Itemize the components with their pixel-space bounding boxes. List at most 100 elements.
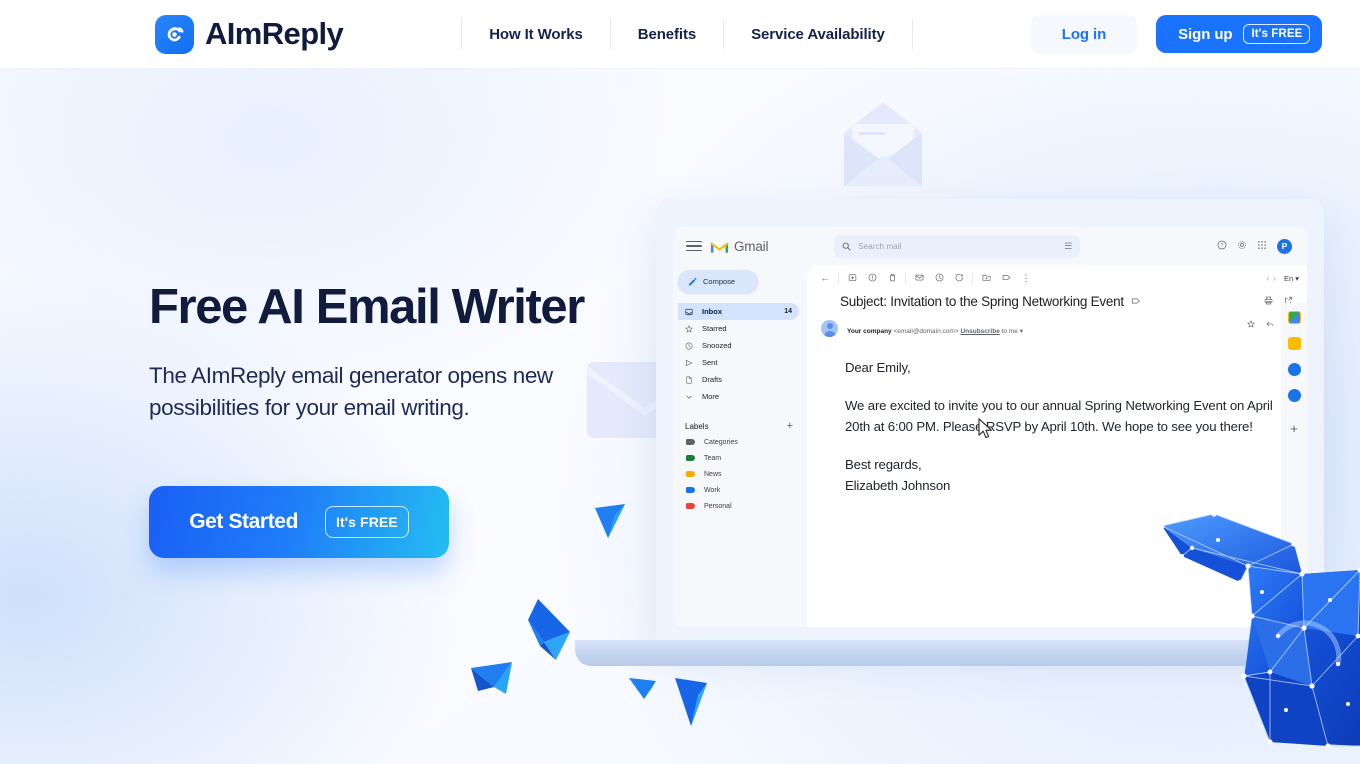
hero-subtitle: The AImReply email generator opens new p… bbox=[149, 362, 553, 420]
language-selector[interactable]: En ▾ bbox=[1284, 274, 1299, 283]
get-started-button[interactable]: Get Started It's FREE bbox=[149, 485, 449, 558]
gmail-search-input[interactable]: Search mail ☰ bbox=[834, 234, 1081, 258]
add-to-tasks-icon[interactable] bbox=[949, 273, 969, 284]
sender-address: <email@domain.com> bbox=[893, 328, 959, 335]
avatar[interactable]: P bbox=[1277, 238, 1292, 254]
contacts-icon[interactable] bbox=[1287, 389, 1301, 402]
label-item-work[interactable]: Work bbox=[678, 482, 805, 498]
label-item-news[interactable]: News bbox=[678, 466, 805, 482]
star-icon[interactable] bbox=[1247, 320, 1255, 330]
label-tag-icon bbox=[686, 455, 695, 461]
unsubscribe-link[interactable]: Unsubscribe bbox=[960, 328, 999, 335]
polygon-decoration bbox=[526, 598, 574, 667]
gmail-topbar: Gmail Search mail ☰ ? P bbox=[673, 227, 1307, 265]
document-icon bbox=[685, 376, 699, 384]
add-side-panel-app-icon[interactable]: + bbox=[1290, 421, 1298, 436]
back-arrow-icon[interactable]: ← bbox=[815, 273, 835, 283]
swirl-logo-icon bbox=[155, 14, 194, 54]
labels-header: Labels + bbox=[678, 418, 805, 434]
get-started-free-badge: It's FREE bbox=[325, 505, 409, 538]
nav-link-how-it-works[interactable]: How It Works bbox=[462, 26, 610, 43]
email-toolbar: ← ⋮ ‹ › En ▾ bbox=[807, 265, 1307, 291]
header-actions: Log in Sign up It's FREE bbox=[1030, 14, 1323, 54]
email-signature: Best regards, Elizabeth Johnson bbox=[845, 457, 951, 493]
add-label-icon[interactable]: + bbox=[787, 420, 793, 432]
login-button[interactable]: Log in bbox=[1030, 14, 1138, 54]
hero-section: Free AI Email Writer The AImReply email … bbox=[149, 281, 619, 558]
gmail-search-placeholder: Search mail bbox=[858, 241, 902, 251]
sidebar-label: Inbox bbox=[702, 307, 722, 316]
mark-unread-icon[interactable] bbox=[909, 273, 929, 284]
tasks-icon[interactable] bbox=[1287, 363, 1301, 376]
calendar-icon[interactable] bbox=[1287, 311, 1301, 324]
sidebar-label: Sent bbox=[702, 358, 718, 367]
label-tag-icon bbox=[686, 487, 695, 493]
svg-text:?: ? bbox=[1221, 243, 1224, 249]
delete-icon[interactable] bbox=[882, 273, 902, 284]
search-options-icon[interactable]: ☰ bbox=[1064, 241, 1072, 252]
email-sender-row: Your company <email@domain.com> Unsubscr… bbox=[807, 309, 1307, 338]
sender-name: Your company bbox=[847, 328, 892, 335]
label-item-team[interactable]: Team bbox=[678, 450, 805, 466]
pencil-icon bbox=[688, 277, 697, 286]
sender-line: Your company <email@domain.com> Unsubscr… bbox=[847, 328, 1002, 335]
sidebar-label: Drafts bbox=[702, 375, 723, 384]
brand-logo[interactable]: AImReply bbox=[155, 14, 344, 54]
label-tag-icon bbox=[686, 439, 695, 445]
nav-link-service-availability[interactable]: Service Availability bbox=[724, 26, 912, 43]
signup-button[interactable]: Sign up It's FREE bbox=[1156, 15, 1323, 53]
sidebar-item-inbox[interactable]: Inbox 14 bbox=[678, 303, 799, 320]
label-name: Personal bbox=[704, 502, 732, 510]
search-icon bbox=[842, 242, 851, 251]
toolbar-divider bbox=[838, 272, 839, 284]
toolbar-divider bbox=[905, 272, 906, 284]
send-icon bbox=[685, 359, 699, 367]
label-name: Team bbox=[704, 454, 722, 462]
inbox-icon bbox=[685, 308, 699, 316]
gmail-reading-pane: ← ⋮ ‹ › En ▾ Subject: Invitation to the … bbox=[807, 265, 1307, 627]
nav-link-benefits[interactable]: Benefits bbox=[611, 26, 723, 43]
gmail-sidebar: Compose Inbox 14 Starred Snoozed Sent Dr… bbox=[673, 265, 805, 627]
snooze-icon[interactable] bbox=[929, 273, 949, 284]
labels-list: Categories Team News Work Personal bbox=[678, 434, 805, 514]
sender-details: Your company <email@domain.com> Unsubscr… bbox=[847, 320, 1023, 338]
sender-avatar bbox=[821, 320, 838, 337]
archive-icon[interactable] bbox=[842, 273, 862, 284]
polygon-decoration bbox=[470, 661, 514, 700]
sidebar-item-sent[interactable]: Sent bbox=[678, 354, 799, 371]
label-icon[interactable] bbox=[996, 273, 1016, 284]
label-tag-icon bbox=[686, 503, 695, 509]
gmail-logo-text: Gmail bbox=[734, 238, 769, 254]
hamburger-menu-icon[interactable] bbox=[686, 240, 702, 252]
label-item-categories[interactable]: Categories bbox=[678, 434, 805, 450]
nav-divider bbox=[911, 19, 913, 49]
sidebar-item-snoozed[interactable]: Snoozed bbox=[678, 337, 799, 354]
move-to-icon[interactable] bbox=[976, 273, 996, 284]
recipient-line[interactable]: to me ▾ bbox=[1002, 328, 1023, 335]
laptop-base bbox=[575, 640, 1360, 666]
print-icon[interactable] bbox=[1264, 296, 1273, 307]
label-tag-icon bbox=[686, 471, 695, 477]
labels-title: Labels bbox=[685, 421, 709, 431]
sidebar-item-drafts[interactable]: Drafts bbox=[678, 371, 799, 388]
star-icon bbox=[685, 324, 699, 333]
next-page-icon[interactable]: › bbox=[1273, 274, 1276, 283]
help-icon[interactable]: ? bbox=[1217, 237, 1227, 255]
gmail-app: Gmail Search mail ☰ ? P Compose Inbox 14… bbox=[673, 227, 1307, 627]
gmail-nav-list: Inbox 14 Starred Snoozed Sent Drafts Mor… bbox=[678, 303, 805, 405]
keep-icon[interactable] bbox=[1287, 337, 1301, 350]
previous-page-icon[interactable]: ‹ bbox=[1267, 274, 1270, 283]
compose-button[interactable]: Compose bbox=[678, 270, 758, 293]
gear-icon[interactable] bbox=[1237, 237, 1247, 255]
sidebar-item-starred[interactable]: Starred bbox=[678, 320, 799, 337]
label-name: Categories bbox=[704, 438, 738, 446]
polygon-decoration bbox=[628, 676, 658, 705]
label-item-personal[interactable]: Personal bbox=[678, 498, 805, 514]
reply-icon[interactable] bbox=[1266, 320, 1274, 330]
main-navigation: How It Works Benefits Service Availabili… bbox=[461, 19, 913, 49]
report-spam-icon[interactable] bbox=[862, 273, 882, 284]
apps-grid-icon[interactable] bbox=[1257, 237, 1267, 255]
inbox-chip-icon bbox=[1131, 294, 1141, 309]
more-options-icon[interactable]: ⋮ bbox=[1016, 273, 1036, 284]
sidebar-item-more[interactable]: More bbox=[678, 388, 799, 405]
